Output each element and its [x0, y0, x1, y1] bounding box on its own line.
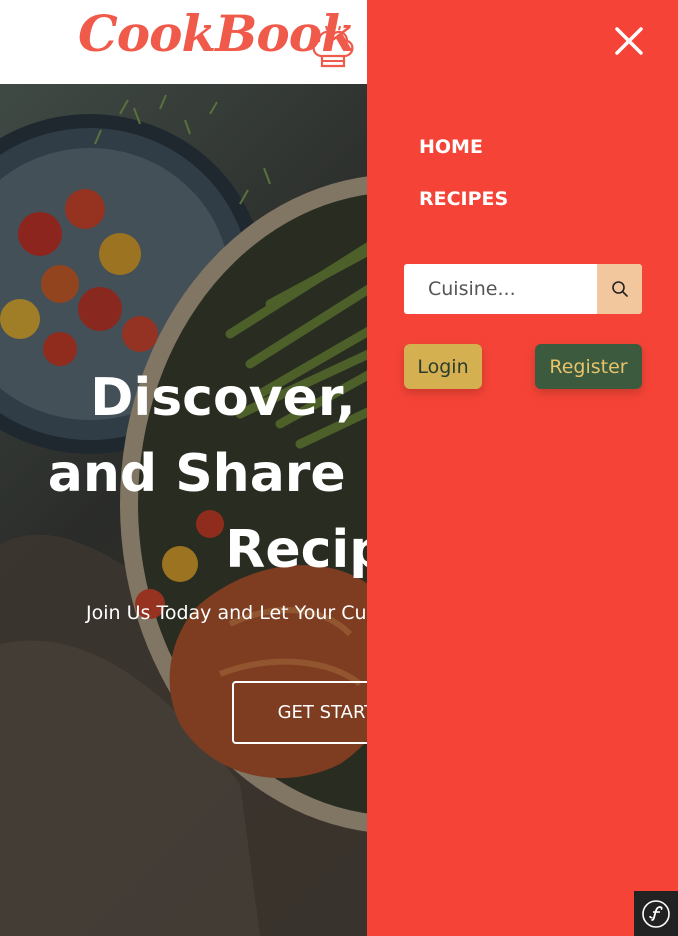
symfony-debug-toolbar-toggle[interactable]: [634, 891, 678, 936]
register-button[interactable]: Register: [535, 344, 642, 389]
login-button[interactable]: Login: [404, 344, 482, 389]
close-icon[interactable]: [612, 24, 646, 58]
search-bar: [404, 264, 642, 314]
search-button[interactable]: [597, 264, 642, 314]
search-icon: [611, 281, 628, 297]
symfony-icon: [642, 899, 670, 928]
nav-item-recipes[interactable]: RECIPES: [419, 188, 508, 210]
search-input[interactable]: [404, 264, 597, 314]
nav-item-home[interactable]: HOME: [419, 136, 483, 158]
mobile-nav-drawer: HOME RECIPES Login Register: [367, 0, 678, 936]
chef-hat-icon: [312, 23, 354, 68]
